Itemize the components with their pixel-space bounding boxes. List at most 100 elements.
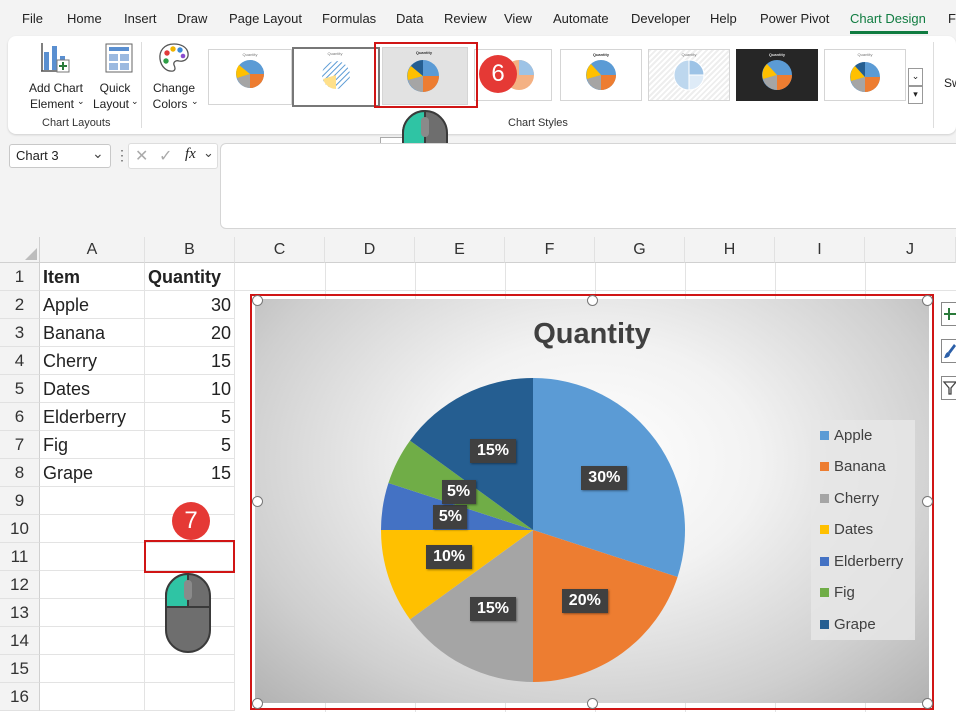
menu-automate[interactable]: Automate	[553, 11, 609, 26]
menu-developer[interactable]: Developer	[631, 11, 690, 26]
cell-a3[interactable]: Banana	[40, 319, 145, 347]
data-label-elderberry[interactable]: 5%	[433, 504, 468, 529]
chart-legend[interactable]: Apple Banana Cherry Dates Elderberry Fig…	[811, 420, 915, 640]
gallery-more-button[interactable]: ▾	[908, 86, 923, 104]
column-header-h[interactable]: H	[685, 237, 775, 263]
switch-row-column-partial[interactable]: Sw	[944, 76, 956, 90]
column-header-f[interactable]: F	[505, 237, 595, 263]
cell-b8[interactable]: 15	[145, 459, 235, 487]
cell-b16[interactable]	[145, 683, 235, 711]
row-header-5[interactable]: 5	[0, 375, 40, 403]
add-chart-element-button[interactable]: Add Chart Element ⌄	[16, 40, 86, 111]
chart-title[interactable]: Quantity	[480, 318, 704, 351]
data-label-dates[interactable]: 10%	[426, 545, 473, 570]
cancel-icon[interactable]: ✕	[135, 146, 148, 166]
gallery-scroll-up-button[interactable]: ⌄	[908, 68, 923, 86]
change-colors-button[interactable]: Change Colors ⌄	[148, 40, 200, 111]
cell-b1[interactable]: Quantity	[145, 263, 235, 291]
cell-b3[interactable]: 20	[145, 319, 235, 347]
menu-format-partial[interactable]: Fo	[948, 11, 956, 26]
column-header-i[interactable]: I	[775, 237, 865, 263]
menu-insert[interactable]: Insert	[124, 11, 157, 26]
menu-help[interactable]: Help	[710, 11, 737, 26]
name-box[interactable]: Chart 3 ⌄	[9, 144, 111, 168]
column-header-e[interactable]: E	[415, 237, 505, 263]
column-header-b[interactable]: B	[145, 237, 235, 263]
chart-filters-button[interactable]	[941, 376, 956, 400]
row-header-9[interactable]: 9	[0, 487, 40, 515]
row-header-3[interactable]: 3	[0, 319, 40, 347]
cell-a5[interactable]: Dates	[40, 375, 145, 403]
select-all-corner[interactable]	[0, 237, 40, 263]
row-header-4[interactable]: 4	[0, 347, 40, 375]
menu-data[interactable]: Data	[396, 11, 423, 26]
data-label-fig[interactable]: 5%	[441, 480, 476, 505]
cell-b7[interactable]: 5	[145, 431, 235, 459]
row-header-10[interactable]: 10	[0, 515, 40, 543]
resize-handle-right[interactable]	[922, 496, 933, 507]
cell-b5[interactable]: 10	[145, 375, 235, 403]
row-header-14[interactable]: 14	[0, 627, 40, 655]
resize-handle-top-left[interactable]	[252, 295, 263, 306]
cell-a9[interactable]	[40, 487, 145, 515]
menu-power-pivot[interactable]: Power Pivot	[760, 11, 829, 26]
cell-a12[interactable]	[40, 571, 145, 599]
column-header-d[interactable]: D	[325, 237, 415, 263]
cell-b15[interactable]	[145, 655, 235, 683]
cell-b2[interactable]: 30	[145, 291, 235, 319]
chart-style-7-thumbnail[interactable]: Quantity	[736, 49, 818, 101]
cell-a10[interactable]	[40, 515, 145, 543]
row-header-7[interactable]: 7	[0, 431, 40, 459]
resize-handle-top-right[interactable]	[922, 295, 933, 306]
data-label-cherry[interactable]: 15%	[469, 596, 516, 621]
cell-b4[interactable]: 15	[145, 347, 235, 375]
resize-handle-left[interactable]	[252, 496, 263, 507]
data-label-banana[interactable]: 20%	[561, 589, 608, 614]
cell-a16[interactable]	[40, 683, 145, 711]
chart-elements-button[interactable]	[941, 302, 956, 326]
menu-formulas[interactable]: Formulas	[322, 11, 376, 26]
cell-a8[interactable]: Grape	[40, 459, 145, 487]
resize-handle-top[interactable]	[587, 295, 598, 306]
column-header-c[interactable]: C	[235, 237, 325, 263]
row-header-12[interactable]: 12	[0, 571, 40, 599]
resize-handle-bottom-left[interactable]	[252, 698, 263, 709]
chart-styles-button[interactable]	[941, 339, 956, 363]
cell-a2[interactable]: Apple	[40, 291, 145, 319]
chart-style-1-thumbnail[interactable]: Quantity	[208, 49, 292, 105]
cell-a7[interactable]: Fig	[40, 431, 145, 459]
menu-draw[interactable]: Draw	[177, 11, 207, 26]
quick-layout-button[interactable]: Quick Layout ⌄	[90, 40, 144, 111]
chart-style-5-thumbnail[interactable]: Quantity	[560, 49, 642, 101]
column-header-j[interactable]: J	[865, 237, 956, 263]
column-header-a[interactable]: A	[40, 237, 145, 263]
resize-handle-bottom[interactable]	[587, 698, 598, 709]
column-header-g[interactable]: G	[595, 237, 685, 263]
menu-review[interactable]: Review	[444, 11, 487, 26]
row-header-13[interactable]: 13	[0, 599, 40, 627]
row-header-6[interactable]: 6	[0, 403, 40, 431]
row-header-15[interactable]: 15	[0, 655, 40, 683]
row-header-1[interactable]: 1	[0, 263, 40, 291]
cell-b6[interactable]: 5	[145, 403, 235, 431]
chart-style-2-thumbnail[interactable]: Quantity	[292, 47, 380, 107]
insert-function-icon[interactable]: fx	[185, 146, 196, 163]
cell-a13[interactable]	[40, 599, 145, 627]
confirm-icon[interactable]: ✓	[159, 146, 172, 166]
cell-a4[interactable]: Cherry	[40, 347, 145, 375]
data-label-grape[interactable]: 15%	[469, 439, 516, 464]
chart-style-6-thumbnail[interactable]: Quantity	[648, 49, 730, 101]
menu-home[interactable]: Home	[67, 11, 102, 26]
cell-a14[interactable]	[40, 627, 145, 655]
menu-page-layout[interactable]: Page Layout	[229, 11, 302, 26]
chart-style-8-thumbnail[interactable]: Quantity	[824, 49, 906, 101]
cell-a11[interactable]	[40, 543, 145, 571]
cell-a1[interactable]: Item	[40, 263, 145, 291]
row-header-8[interactable]: 8	[0, 459, 40, 487]
formula-input[interactable]	[220, 143, 956, 229]
row-header-2[interactable]: 2	[0, 291, 40, 319]
cell-a6[interactable]: Elderberry	[40, 403, 145, 431]
cell-a15[interactable]	[40, 655, 145, 683]
menu-file[interactable]: File	[22, 11, 43, 26]
resize-handle-bottom-right[interactable]	[922, 698, 933, 709]
